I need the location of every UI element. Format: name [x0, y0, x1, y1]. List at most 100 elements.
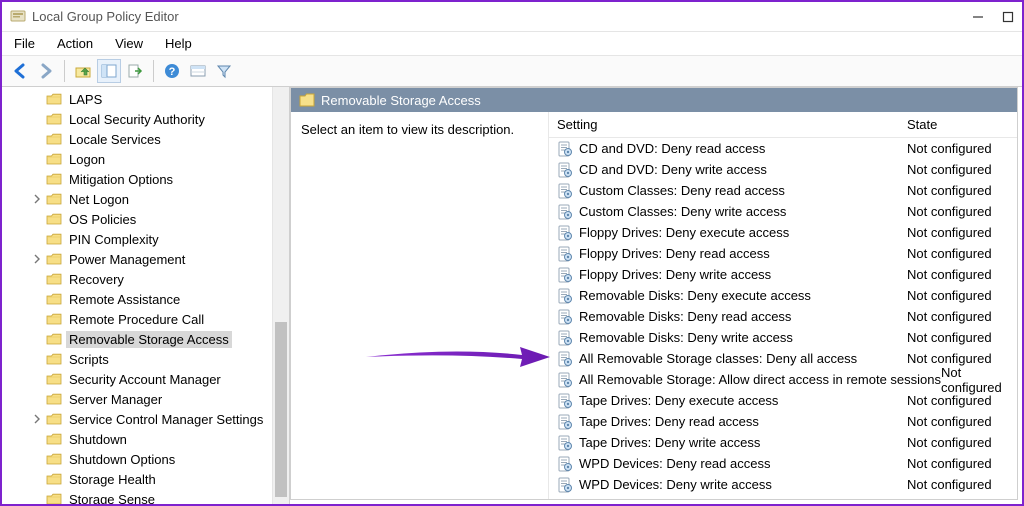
- policy-icon: [557, 204, 573, 220]
- policy-icon: [557, 330, 573, 346]
- window-controls: [972, 11, 1014, 23]
- folder-icon: [46, 432, 62, 446]
- setting-row[interactable]: Tape Drives: Deny write accessNot config…: [549, 432, 1017, 453]
- policy-icon: [557, 162, 573, 178]
- setting-row[interactable]: Removable Disks: Deny read accessNot con…: [549, 306, 1017, 327]
- tree-item-label: Storage Health: [66, 471, 159, 488]
- setting-state: Not configured: [907, 477, 1017, 492]
- tree-item[interactable]: Service Control Manager Settings: [2, 409, 272, 429]
- export-list-button[interactable]: [123, 59, 147, 83]
- tree-scroll-area[interactable]: LAPSLocal Security Authority Locale Servi…: [2, 87, 272, 504]
- description-column: Select an item to view its description.: [291, 112, 549, 499]
- policy-icon: [557, 309, 573, 325]
- column-header-setting[interactable]: Setting: [549, 117, 907, 132]
- menu-file[interactable]: File: [14, 36, 35, 51]
- menubar: File Action View Help: [2, 32, 1022, 55]
- tree-item[interactable]: Shutdown: [2, 429, 272, 449]
- tree-item[interactable]: Scripts: [2, 349, 272, 369]
- setting-row[interactable]: Floppy Drives: Deny execute accessNot co…: [549, 222, 1017, 243]
- setting-name: Floppy Drives: Deny write access: [579, 267, 771, 282]
- maximize-button[interactable]: [1002, 11, 1014, 23]
- setting-state: Not configured: [941, 365, 1017, 395]
- menu-help[interactable]: Help: [165, 36, 192, 51]
- tree-item[interactable]: Net Logon: [2, 189, 272, 209]
- menu-action[interactable]: Action: [57, 36, 93, 51]
- folder-icon: [46, 92, 62, 106]
- tree-item[interactable]: Shutdown Options: [2, 449, 272, 469]
- back-button[interactable]: [8, 59, 32, 83]
- tree-item[interactable]: Logon: [2, 149, 272, 169]
- setting-state: Not configured: [907, 435, 1017, 450]
- folder-icon: [46, 452, 62, 466]
- tree-item[interactable]: Power Management: [2, 249, 272, 269]
- minimize-button[interactable]: [972, 11, 984, 23]
- setting-row[interactable]: WPD Devices: Deny write access Not config…: [549, 474, 1017, 495]
- setting-state: Not configured: [907, 330, 1017, 345]
- folder-icon: [46, 312, 62, 326]
- tree-item-label: Remote Assistance: [66, 291, 183, 308]
- setting-row[interactable]: Removable Disks: Deny write accessNot co…: [549, 327, 1017, 348]
- show-hide-tree-button[interactable]: [97, 59, 121, 83]
- tree-item[interactable]: Remote Procedure Call: [2, 309, 272, 329]
- scrollbar-thumb[interactable]: [275, 322, 287, 497]
- up-level-button[interactable]: [71, 59, 95, 83]
- tree-item[interactable]: OS Policies: [2, 209, 272, 229]
- tree-scrollbar[interactable]: [272, 87, 289, 504]
- tree-item-label: Mitigation Options: [66, 171, 176, 188]
- tree-item[interactable]: Mitigation Options: [2, 169, 272, 189]
- chevron-right-icon[interactable]: [32, 194, 46, 204]
- toolbar: ?: [2, 55, 1022, 87]
- setting-row[interactable]: Custom Classes: Deny read accessNot conf…: [549, 180, 1017, 201]
- policy-icon: [557, 141, 573, 157]
- tree-item-label: LAPS: [66, 91, 105, 108]
- forward-button[interactable]: [34, 59, 58, 83]
- tree-item[interactable]: Local Security Authority: [2, 109, 272, 129]
- tree-item[interactable]: Remote Assistance: [2, 289, 272, 309]
- setting-row[interactable]: Removable Disks: Deny execute accessNot …: [549, 285, 1017, 306]
- folder-icon: [46, 252, 62, 266]
- setting-row[interactable]: CD and DVD: Deny write accessNot configu…: [549, 159, 1017, 180]
- chevron-right-icon[interactable]: [32, 414, 46, 424]
- setting-name: CD and DVD: Deny write access: [579, 162, 767, 177]
- filter-button[interactable]: [212, 59, 236, 83]
- setting-row[interactable]: Floppy Drives: Deny write accessNot conf…: [549, 264, 1017, 285]
- policy-icon: [557, 456, 573, 472]
- tree-item[interactable]: Removable Storage Access: [2, 329, 272, 349]
- setting-row[interactable]: Tape Drives: Deny execute accessNot conf…: [549, 390, 1017, 411]
- tree-item-label: Locale Services: [66, 131, 164, 148]
- setting-name: Floppy Drives: Deny read access: [579, 246, 770, 261]
- tree-item[interactable]: Locale Services: [2, 129, 272, 149]
- tree-item[interactable]: Storage Health: [2, 469, 272, 489]
- tree-item-label: Storage Sense: [66, 491, 158, 505]
- tree-item[interactable]: Security Account Manager: [2, 369, 272, 389]
- folder-icon: [46, 212, 62, 226]
- tree-item[interactable]: Storage Sense: [2, 489, 272, 504]
- folder-icon: [46, 352, 62, 366]
- setting-state: Not configured: [907, 393, 1017, 408]
- setting-row[interactable]: CD and DVD: Deny read accessNot configur…: [549, 138, 1017, 159]
- tree-item[interactable]: LAPS: [2, 89, 272, 109]
- options-button[interactable]: [186, 59, 210, 83]
- setting-row[interactable]: Custom Classes: Deny write accessNot con…: [549, 201, 1017, 222]
- chevron-right-icon[interactable]: [32, 254, 46, 264]
- help-button[interactable]: ?: [160, 59, 184, 83]
- policy-icon: [557, 393, 573, 409]
- setting-name: WPD Devices: Deny write access: [579, 477, 772, 492]
- setting-row[interactable]: All Removable Storage: Allow direct acce…: [549, 369, 1017, 390]
- setting-state: Not configured: [907, 204, 1017, 219]
- gpedit-window: Local Group Policy Editor File Action Vi…: [0, 0, 1024, 506]
- tree-item[interactable]: Server Manager: [2, 389, 272, 409]
- folder-icon: [299, 93, 315, 107]
- setting-row[interactable]: Floppy Drives: Deny read accessNot confi…: [549, 243, 1017, 264]
- details-pane: Removable Storage Access Select an item …: [290, 87, 1018, 500]
- setting-row[interactable]: WPD Devices: Deny read accessNot configu…: [549, 453, 1017, 474]
- policy-icon: [557, 435, 573, 451]
- tree-item-label: Recovery: [66, 271, 127, 288]
- setting-row[interactable]: Tape Drives: Deny read accessNot configu…: [549, 411, 1017, 432]
- tree-item[interactable]: Recovery: [2, 269, 272, 289]
- menu-view[interactable]: View: [115, 36, 143, 51]
- content-body: LAPSLocal Security Authority Locale Servi…: [2, 87, 1022, 504]
- folder-icon: [46, 132, 62, 146]
- tree-item[interactable]: PIN Complexity: [2, 229, 272, 249]
- column-header-state[interactable]: State: [907, 117, 1017, 132]
